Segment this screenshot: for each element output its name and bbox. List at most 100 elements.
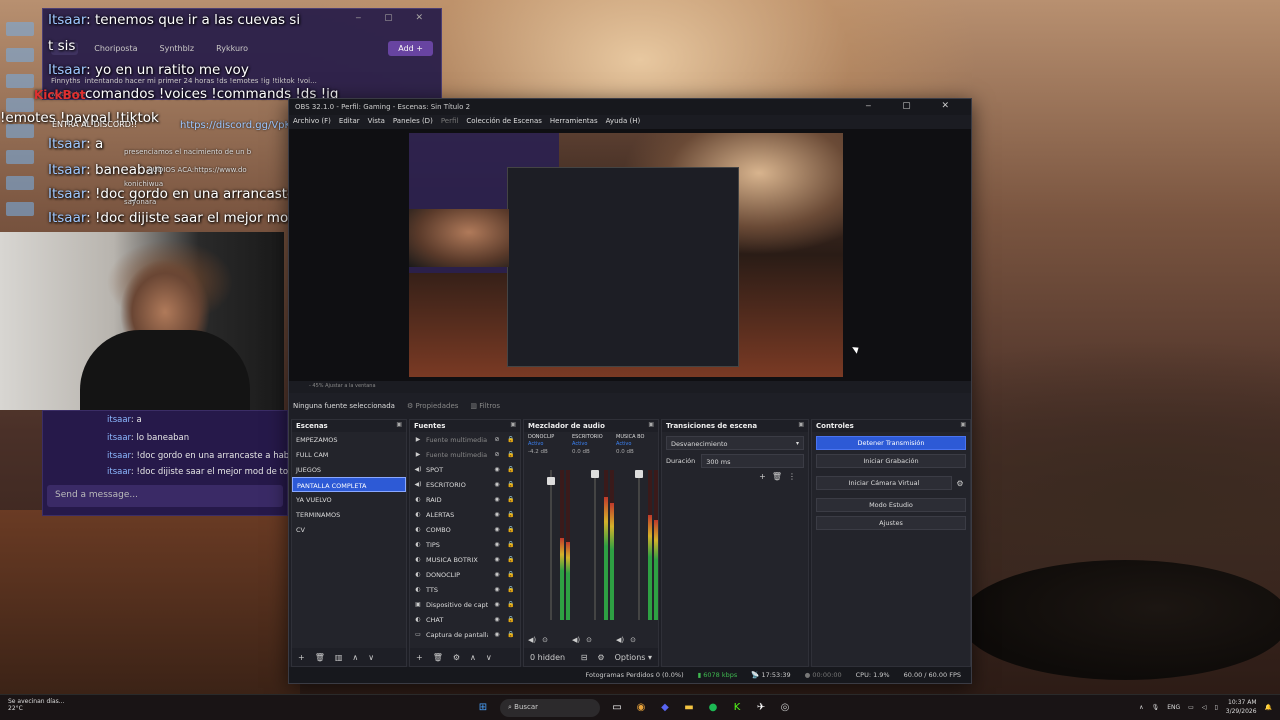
source-item[interactable]: ▶ Fuente multimedia 5 ⊘ 🔒 [410,432,520,447]
volume-icon[interactable]: ◁ [1202,704,1207,711]
lock-icon[interactable]: 🔒 [506,511,516,518]
scene-item-active[interactable]: PANTALLA COMPLETA [292,477,406,492]
mic-icon[interactable]: 🎙 [1152,704,1160,711]
source-item[interactable]: ◐ CHAT ◉ 🔒 [410,612,520,627]
volume-fader[interactable] [591,470,599,620]
discord-link[interactable]: https://discord.gg/VpKh [180,120,297,131]
menu-paneles[interactable]: Paneles (D) [393,117,433,127]
settings-button[interactable]: Ajustes [816,516,966,530]
menu-archivo[interactable]: Archivo (F) [293,117,331,127]
volume-fader[interactable] [635,470,643,620]
lock-icon[interactable]: 🔒 [506,481,516,488]
gear-icon[interactable]: ⚙ [954,479,966,488]
kick-icon[interactable]: K [730,701,744,715]
source-item[interactable]: ◐ COMBO ◉ 🔒 [410,522,520,537]
move-down-icon[interactable]: ∨ [368,653,374,662]
lock-icon[interactable]: 🔒 [506,436,516,443]
add-tab-button[interactable]: Add + [388,40,433,56]
scene-item[interactable]: EMPEZAMOS [292,432,406,447]
menu-herramientas[interactable]: Herramientas [550,117,598,127]
properties-button[interactable]: ⚙ Propiedades [407,402,458,410]
scene-item[interactable]: TERMINAMOS [292,507,406,522]
preview-zoom-bar[interactable]: - 45% Ajustar a la ventana [289,381,971,393]
source-item[interactable]: ▭ Captura de pantalla ◉ 🔒 [410,627,520,642]
lock-icon[interactable]: 🔒 [506,451,516,458]
eye-icon[interactable]: ◉ [492,466,502,473]
add-icon[interactable]: + [298,653,305,662]
mute-icon[interactable]: ◀) [572,636,580,644]
menu-perfil[interactable]: Perfil [441,117,459,127]
obs-window-controls[interactable]: ‒ ▢ ✕ [866,101,964,111]
fader-knob[interactable] [591,470,599,478]
lock-icon[interactable]: 🔒 [506,631,516,638]
menu-coleccion[interactable]: Colección de Escenas [466,117,542,127]
notification-icon[interactable]: 🔔 [1265,704,1272,711]
lock-icon[interactable]: 🔒 [506,526,516,533]
eye-icon[interactable]: ◉ [492,586,502,593]
monitor-icon[interactable]: ⊙ [542,636,548,644]
task-view-icon[interactable]: ▭ [610,701,624,715]
options-button[interactable]: Options ▾ [615,653,652,662]
source-item[interactable]: ▶ Fuente multimedia 6 ⊘ 🔒 [410,447,520,462]
gear-icon[interactable]: ⚙ [597,653,604,662]
fader-knob[interactable] [635,470,643,478]
language-indicator[interactable]: ENG [1167,704,1180,711]
chevron-up-icon[interactable]: ∧ [1139,704,1143,711]
trash-icon[interactable]: 🗑 [772,472,788,481]
more-icon[interactable]: ⋮ [788,472,802,481]
monitor-icon[interactable]: ⊙ [586,636,592,644]
clock[interactable]: 10:37 AM 3/29/2026 [1226,698,1257,716]
source-item[interactable]: ◐ RAID ◉ 🔒 [410,492,520,507]
trash-icon[interactable]: 🗑 [433,653,443,662]
virtual-camera-button[interactable]: Iniciar Cámara Virtual [816,476,952,490]
trash-icon[interactable]: 🗑 [315,653,325,662]
network-icon[interactable]: ▭ [1188,704,1194,711]
window-controls[interactable]: ‒ ▢ ✕ [356,13,434,23]
chrome-icon[interactable]: ◉ [634,701,648,715]
obs-preview[interactable] [289,129,971,381]
layout-icon[interactable]: ⊟ [581,653,588,662]
source-item[interactable]: ◀) SPOT ◉ 🔒 [410,462,520,477]
source-item[interactable]: ◐ ALERTAS ◉ 🔒 [410,507,520,522]
move-down-icon[interactable]: ∨ [486,653,492,662]
lock-icon[interactable]: 🔒 [506,616,516,623]
gear-icon[interactable]: ⚙ [453,653,460,662]
app-icon[interactable]: ✈ [754,701,768,715]
menu-ayuda[interactable]: Ayuda (H) [606,117,641,127]
obs-icon[interactable]: ◎ [778,701,792,715]
studio-mode-button[interactable]: Modo Estudio [816,498,966,512]
eye-icon[interactable]: ◉ [492,496,502,503]
lock-icon[interactable]: 🔒 [506,496,516,503]
lock-icon[interactable]: 🔒 [506,556,516,563]
taskbar-search[interactable]: ⌕ Buscar [500,699,600,717]
scene-item[interactable]: CV [292,522,406,537]
eye-icon[interactable]: ◉ [492,511,502,518]
lock-icon[interactable]: 🔒 [506,601,516,608]
move-up-icon[interactable]: ∧ [470,653,476,662]
eye-icon[interactable]: ◉ [492,601,502,608]
filters-button[interactable]: ▥ Filtros [470,402,500,410]
eye-hidden-icon[interactable]: ⊘ [492,451,502,458]
spotify-icon[interactable]: ● [706,701,720,715]
transition-select[interactable]: Desvanecimiento ▾ [666,436,804,450]
scene-item[interactable]: JUEGOS [292,462,406,477]
eye-icon[interactable]: ◉ [492,631,502,638]
add-icon[interactable]: + [759,472,772,481]
eye-hidden-icon[interactable]: ⊘ [492,436,502,443]
eye-icon[interactable]: ◉ [492,556,502,563]
lock-icon[interactable]: 🔒 [506,541,516,548]
source-item[interactable]: ◐ TTS ◉ 🔒 [410,582,520,597]
discord-icon[interactable]: ◆ [658,701,672,715]
eye-icon[interactable]: ◉ [492,541,502,548]
lock-icon[interactable]: 🔒 [506,571,516,578]
duration-input[interactable]: 300 ms [701,454,804,468]
start-recording-button[interactable]: Iniciar Grabación [816,454,966,468]
scene-item[interactable]: YA VUELVO [292,492,406,507]
eye-icon[interactable]: ◉ [492,526,502,533]
source-item[interactable]: ◐ TIPS ◉ 🔒 [410,537,520,552]
monitor-icon[interactable]: ⊙ [630,636,636,644]
source-item[interactable]: ◐ MUSICA BOTRIX ◉ 🔒 [410,552,520,567]
weather-widget[interactable]: Se avecinan días... 22°C [8,698,64,712]
menu-editar[interactable]: Editar [339,117,360,127]
mute-icon[interactable]: ◀) [528,636,536,644]
